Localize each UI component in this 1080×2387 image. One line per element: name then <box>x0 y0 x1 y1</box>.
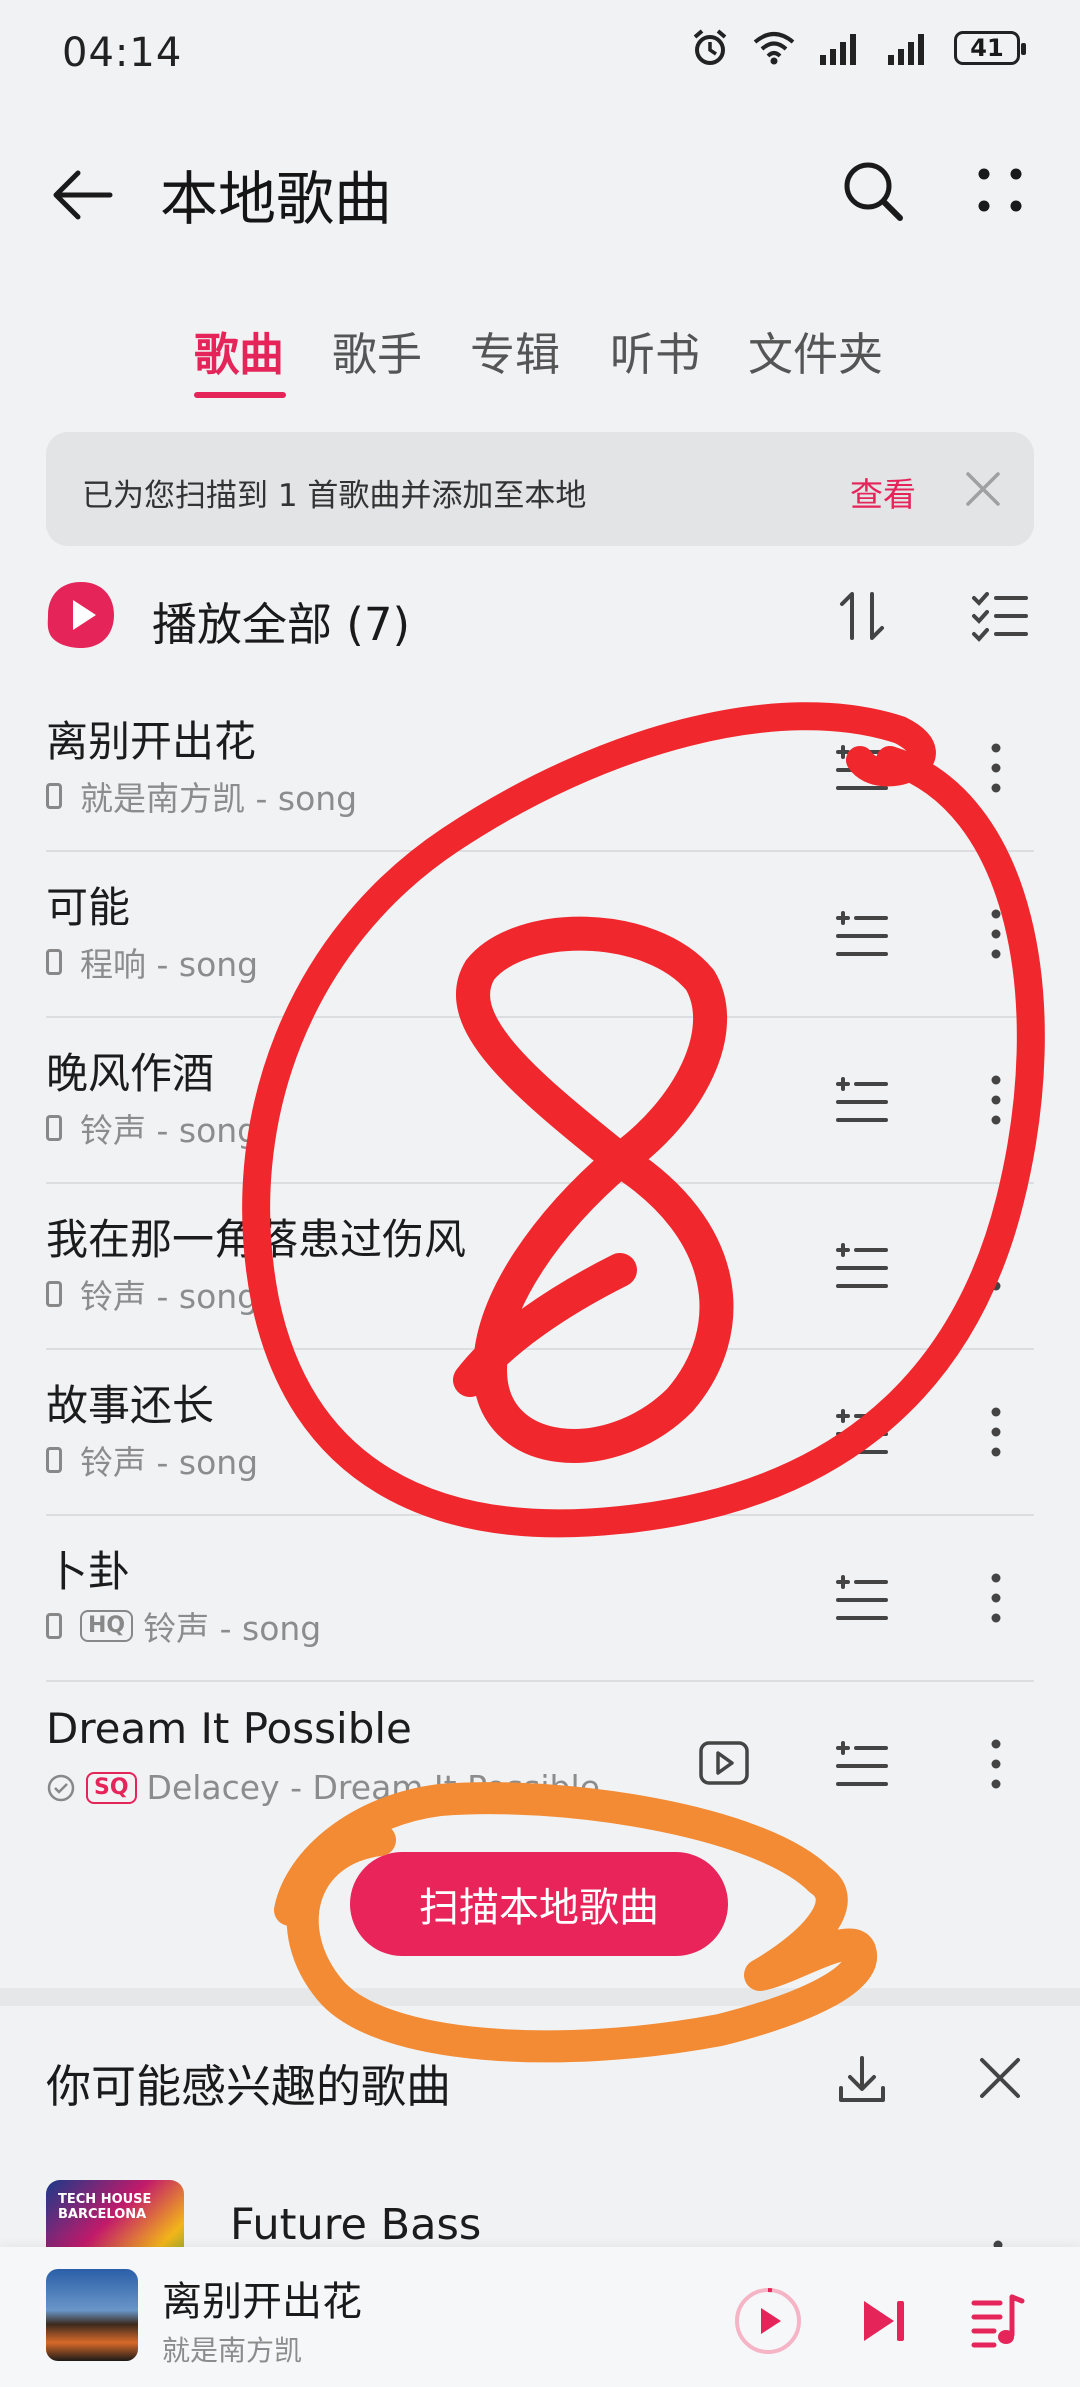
hq-badge: HQ <box>80 1610 134 1642</box>
status-time: 04:14 <box>62 30 183 76</box>
song-row[interactable]: 我在那一角落患过伤风 铃声 - song <box>46 1184 1034 1350</box>
more-vertical-icon[interactable] <box>976 740 1016 796</box>
now-playing-artist: 就是南方凯 <box>162 2334 303 2367</box>
song-subtitle: SQ Delacey - Dream It Possible <box>46 1768 600 1807</box>
scan-result-banner: 已为您扫描到 1 首歌曲并添加至本地 查看 <box>46 432 1034 546</box>
add-to-queue-icon[interactable] <box>834 910 890 960</box>
more-vertical-icon[interactable] <box>976 1238 1016 1294</box>
song-row[interactable]: 可能 程响 - song <box>46 852 1034 1018</box>
play-all-label[interactable]: 播放全部 (7) <box>152 588 410 653</box>
song-title: 故事还长 <box>46 1381 215 1430</box>
song-artist: 程响 - song <box>80 945 259 984</box>
album-cover-text: TECH HOUSE BARCELONA <box>58 2192 152 2222</box>
more-vertical-icon[interactable] <box>988 2220 1008 2250</box>
tab-songs[interactable]: 歌曲 <box>194 318 284 383</box>
multi-select-icon[interactable] <box>970 588 1030 644</box>
now-playing-title: 离别开出花 <box>162 2279 362 2325</box>
alarm-icon <box>693 29 727 65</box>
status-icons: 41 <box>690 28 1026 68</box>
banner-view-link[interactable]: 查看 <box>850 468 916 516</box>
page-title: 本地歌曲 <box>160 165 393 233</box>
more-vertical-icon[interactable] <box>976 1072 1016 1128</box>
song-artist: 铃声 - song <box>80 1111 259 1150</box>
add-to-queue-icon[interactable] <box>834 744 890 794</box>
play-all-icon[interactable] <box>46 580 116 650</box>
song-artist: Delacey - Dream It Possible <box>146 1768 600 1807</box>
more-vertical-icon[interactable] <box>976 1736 1016 1792</box>
signal-icon-2 <box>888 34 924 65</box>
recommend-section-title: 你可能感兴趣的歌曲 <box>46 2060 452 2113</box>
song-row[interactable]: Dream It Possible SQ Delacey - Dream It … <box>46 1682 1034 1846</box>
download-icon[interactable] <box>836 2052 888 2108</box>
tab-artists[interactable]: 歌手 <box>332 318 422 383</box>
song-artist: 铃声 - song <box>80 1277 259 1316</box>
song-title: 卜卦 <box>46 1547 131 1596</box>
skip-next-icon[interactable] <box>856 2291 912 2351</box>
local-device-icon <box>46 1281 62 1307</box>
close-icon[interactable] <box>958 464 1008 514</box>
section-divider <box>0 1988 1080 2006</box>
more-vertical-icon[interactable] <box>976 1570 1016 1626</box>
song-subtitle: 铃声 - song <box>46 1436 258 1484</box>
add-to-queue-icon[interactable] <box>834 1242 890 1292</box>
song-row[interactable]: 晚风作酒 铃声 - song <box>46 1018 1034 1184</box>
local-device-icon <box>46 1447 62 1473</box>
local-device-icon <box>46 1115 62 1141</box>
recommended-song-title[interactable]: Future Bass <box>230 2200 481 2250</box>
tab-audiobooks[interactable]: 听书 <box>610 318 700 383</box>
add-to-queue-icon[interactable] <box>834 1408 890 1458</box>
song-subtitle: 就是南方凯 - song <box>46 772 357 820</box>
local-device-icon <box>46 949 62 975</box>
local-device-icon <box>46 783 62 809</box>
sort-icon[interactable] <box>836 588 888 644</box>
song-row[interactable]: 故事还长 铃声 - song <box>46 1350 1034 1516</box>
signal-icon-1 <box>820 34 856 65</box>
song-artist: 铃声 - song <box>143 1609 322 1648</box>
more-options-icon[interactable] <box>970 160 1030 220</box>
song-title: 可能 <box>46 883 131 932</box>
song-row[interactable]: 离别开出花 就是南方凯 - song <box>46 686 1034 852</box>
music-video-icon[interactable] <box>698 1738 750 1788</box>
play-icon[interactable] <box>732 2285 804 2357</box>
add-to-queue-icon[interactable] <box>834 1574 890 1624</box>
wifi-icon <box>753 32 795 65</box>
add-to-queue-icon[interactable] <box>834 1740 890 1790</box>
mini-player[interactable]: 离别开出花 就是南方凯 <box>0 2247 1080 2387</box>
close-icon[interactable] <box>974 2052 1026 2104</box>
song-subtitle: 铃声 - song <box>46 1104 258 1152</box>
tab-bar: 歌曲 歌手 专辑 听书 文件夹 <box>0 318 1080 398</box>
song-subtitle: HQ 铃声 - song <box>46 1602 321 1650</box>
battery-indicator: 41 <box>954 31 1026 65</box>
local-device-icon <box>46 1613 62 1639</box>
add-to-queue-icon[interactable] <box>834 1076 890 1126</box>
downloaded-check-icon <box>47 1774 75 1801</box>
banner-text: 已为您扫描到 1 首歌曲并添加至本地 <box>82 478 587 514</box>
back-arrow-icon[interactable] <box>48 160 118 230</box>
song-artist: 铃声 - song <box>80 1443 259 1482</box>
playlist-icon[interactable] <box>970 2291 1026 2351</box>
sq-badge: SQ <box>86 1771 137 1804</box>
more-vertical-icon[interactable] <box>976 906 1016 962</box>
song-subtitle: 铃声 - song <box>46 1270 258 1318</box>
tab-folders[interactable]: 文件夹 <box>748 318 883 383</box>
tab-albums[interactable]: 专辑 <box>470 318 560 383</box>
song-subtitle: 程响 - song <box>46 938 258 986</box>
more-vertical-icon[interactable] <box>976 1404 1016 1460</box>
song-title: 晚风作酒 <box>46 1049 215 1098</box>
now-playing-cover[interactable] <box>46 2269 138 2361</box>
search-icon[interactable] <box>840 158 906 224</box>
song-row[interactable]: 卜卦 HQ 铃声 - song <box>46 1516 1034 1682</box>
song-title: 离别开出花 <box>46 717 257 766</box>
song-title: 我在那一角落患过伤风 <box>46 1215 467 1264</box>
song-title: Dream It Possible <box>46 1704 412 1753</box>
tab-active-indicator <box>194 392 286 398</box>
scan-local-songs-button[interactable]: 扫描本地歌曲 <box>350 1852 728 1956</box>
song-artist: 就是南方凯 - song <box>80 779 358 818</box>
